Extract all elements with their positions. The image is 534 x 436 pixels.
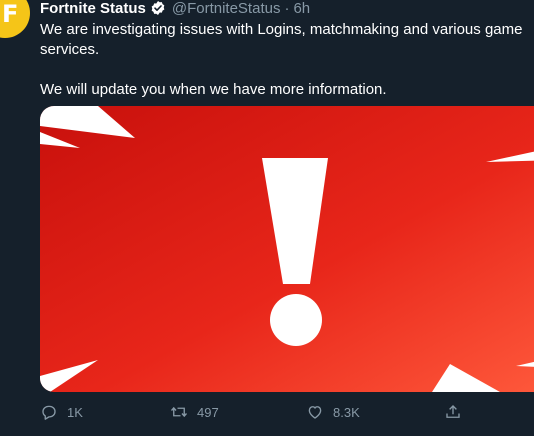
reply-icon bbox=[42, 405, 56, 420]
retweet-count: 497 bbox=[197, 404, 219, 420]
retweet-icon bbox=[170, 406, 188, 418]
heart-icon bbox=[308, 406, 322, 419]
reply-button[interactable]: 1K bbox=[40, 402, 83, 422]
tweet-text-line-2: We will update you when we have more inf… bbox=[40, 81, 387, 98]
reply-count: 1K bbox=[67, 404, 83, 420]
tweet[interactable]: F Fortnite Status @FortniteStatus · 6h W… bbox=[0, 0, 534, 436]
handle[interactable]: @FortniteStatus bbox=[172, 0, 281, 17]
share-button[interactable] bbox=[444, 402, 462, 422]
tweet-text-line-1: We are investigating issues with Logins,… bbox=[40, 21, 523, 58]
tweet-actions: 1K 497 8.3K bbox=[40, 402, 534, 422]
retweet-button[interactable]: 497 bbox=[170, 402, 219, 422]
share-icon bbox=[446, 405, 460, 418]
tweet-text: We are investigating issues with Logins,… bbox=[40, 20, 530, 100]
avatar[interactable]: F bbox=[0, 0, 30, 38]
like-count: 8.3K bbox=[333, 404, 360, 420]
tweet-header: Fortnite Status @FortniteStatus · 6h bbox=[40, 0, 310, 18]
tweet-media-image[interactable] bbox=[40, 106, 534, 392]
like-button[interactable]: 8.3K bbox=[306, 402, 360, 422]
avatar-letter: F bbox=[2, 0, 19, 28]
timestamp[interactable]: 6h bbox=[293, 0, 310, 17]
display-name[interactable]: Fortnite Status bbox=[40, 0, 146, 17]
verified-badge-icon bbox=[150, 0, 166, 16]
separator: · bbox=[284, 0, 290, 17]
